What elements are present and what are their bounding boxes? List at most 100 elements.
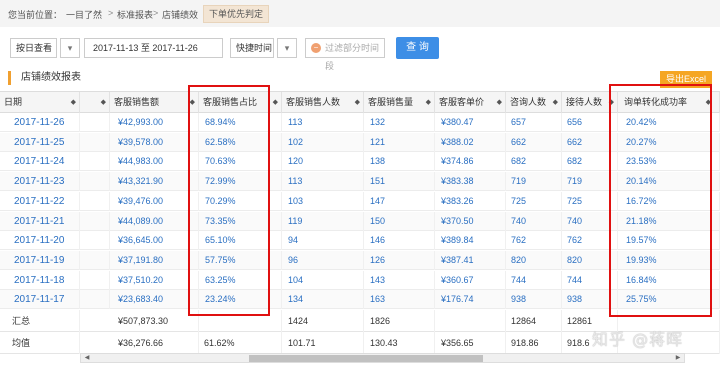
cell-sales-amount[interactable]: ¥36,645.00: [110, 231, 199, 251]
breadcrumb-item-standard-report[interactable]: 标准报表: [117, 8, 153, 21]
cell-hidden-column: [80, 231, 110, 251]
column-header-label: 客服销售量: [368, 97, 414, 107]
cell-unit-price[interactable]: ¥383.26: [435, 191, 506, 211]
cell-sales-buyers[interactable]: 104: [282, 270, 364, 290]
cell-inquiry-count[interactable]: 682: [506, 152, 562, 172]
cell-date[interactable]: 2017-11-21: [0, 211, 80, 231]
cell-hidden-column: [80, 270, 110, 290]
column-header-label: 咨询人数: [510, 97, 547, 107]
cell-inquiry-count[interactable]: 820: [506, 250, 562, 270]
cell-sales-buyers[interactable]: 120: [282, 152, 364, 172]
cell-date[interactable]: 2017-11-18: [0, 270, 80, 290]
cell-sales-volume[interactable]: 138: [364, 152, 435, 172]
chevron-down-icon[interactable]: ▾: [277, 38, 297, 58]
breadcrumb-bar: 您当前位置： 一目了然 > 标准报表 > 店铺绩效 下单优先判定: [0, 0, 720, 28]
cell-sales-volume[interactable]: 150: [364, 211, 435, 231]
column-header-sales-volume[interactable]: 客服销售量 ◆: [364, 92, 435, 113]
horizontal-scrollbar[interactable]: ◀ ▶: [80, 353, 685, 363]
column-header-label: 客服销售额: [114, 97, 160, 107]
cell-sales-volume[interactable]: 143: [364, 270, 435, 290]
scrollbar-thumb[interactable]: [249, 355, 483, 362]
cell-sales-volume[interactable]: 132: [364, 113, 435, 132]
view-mode-select[interactable]: 按日查看: [10, 38, 57, 58]
cell-date[interactable]: 2017-11-25: [0, 132, 80, 152]
query-button[interactable]: 查 询: [396, 37, 439, 59]
cell-sales-amount[interactable]: ¥43,321.90: [110, 172, 199, 192]
cell-sales-volume[interactable]: 151: [364, 172, 435, 192]
cell-unit-price[interactable]: ¥380.47: [435, 113, 506, 132]
summary-unit-price: [435, 310, 506, 332]
sort-icon[interactable]: ◆: [355, 92, 360, 113]
cell-inquiry-count[interactable]: 725: [506, 191, 562, 211]
cell-date[interactable]: 2017-11-20: [0, 231, 80, 251]
cell-sales-buyers[interactable]: 102: [282, 132, 364, 152]
cell-date[interactable]: 2017-11-17: [0, 290, 80, 310]
cell-hidden-column: [80, 132, 110, 152]
cell-sales-buyers[interactable]: 113: [282, 113, 364, 132]
column-header-sales-amount[interactable]: 客服销售额 ◆: [110, 92, 199, 113]
cell-sales-amount[interactable]: ¥37,191.80: [110, 250, 199, 270]
cell-sales-volume[interactable]: 163: [364, 290, 435, 310]
average-sales-buyers: 101.71: [282, 332, 364, 354]
quick-time-select[interactable]: 快捷时间: [230, 38, 274, 58]
cell-inquiry-count[interactable]: 657: [506, 113, 562, 132]
column-header-sales-buyers[interactable]: 客服销售人数 ◆: [282, 92, 364, 113]
cell-unit-price[interactable]: ¥360.67: [435, 270, 506, 290]
cell-unit-price[interactable]: ¥388.02: [435, 132, 506, 152]
breadcrumb-separator: >: [153, 8, 159, 18]
filter-toolbar: 按日查看 ▾ 2017-11-13 至 2017-11-26 快捷时间 ▾ − …: [0, 27, 720, 71]
cell-date[interactable]: 2017-11-26: [0, 113, 80, 132]
column-header-date[interactable]: 日期 ◆: [0, 92, 80, 113]
cell-sales-buyers[interactable]: 94: [282, 231, 364, 251]
sort-icon[interactable]: ◆: [497, 92, 502, 113]
sort-icon[interactable]: ◆: [553, 92, 558, 113]
cell-date[interactable]: 2017-11-23: [0, 172, 80, 192]
cell-inquiry-count[interactable]: 662: [506, 132, 562, 152]
column-header-inquiry-count[interactable]: 咨询人数 ◆: [506, 92, 562, 113]
cell-sales-amount[interactable]: ¥37,510.20: [110, 270, 199, 290]
cell-sales-amount[interactable]: ¥44,983.00: [110, 152, 199, 172]
cell-unit-price[interactable]: ¥387.41: [435, 250, 506, 270]
cell-inquiry-count[interactable]: 938: [506, 290, 562, 310]
cell-inquiry-count[interactable]: 744: [506, 270, 562, 290]
scroll-right-icon[interactable]: ▶: [673, 354, 683, 362]
cell-sales-amount[interactable]: ¥39,578.00: [110, 132, 199, 152]
cell-sales-buyers[interactable]: 96: [282, 250, 364, 270]
cell-date[interactable]: 2017-11-22: [0, 191, 80, 211]
cell-sales-volume[interactable]: 121: [364, 132, 435, 152]
cell-inquiry-count[interactable]: 740: [506, 211, 562, 231]
column-header-hidden[interactable]: ◆: [80, 92, 110, 113]
cell-hidden-column: [80, 250, 110, 270]
cell-sales-volume[interactable]: 126: [364, 250, 435, 270]
sort-icon[interactable]: ◆: [101, 92, 106, 113]
cell-sales-buyers[interactable]: 134: [282, 290, 364, 310]
cell-sales-amount[interactable]: ¥23,683.40: [110, 290, 199, 310]
cell-date[interactable]: 2017-11-24: [0, 152, 80, 172]
cell-unit-price[interactable]: ¥389.84: [435, 231, 506, 251]
filter-time-segment-button[interactable]: − 过滤部分时间段: [305, 38, 385, 71]
cell-sales-amount[interactable]: ¥39,476.00: [110, 191, 199, 211]
sort-icon[interactable]: ◆: [273, 92, 278, 113]
cell-unit-price[interactable]: ¥176.74: [435, 290, 506, 310]
breadcrumb-item-overview[interactable]: 一目了然: [66, 8, 102, 21]
cell-inquiry-count[interactable]: 762: [506, 231, 562, 251]
cell-unit-price[interactable]: ¥374.86: [435, 152, 506, 172]
cell-inquiry-count[interactable]: 719: [506, 172, 562, 192]
cell-sales-volume[interactable]: 146: [364, 231, 435, 251]
date-range-picker[interactable]: 2017-11-13 至 2017-11-26: [84, 38, 223, 58]
cell-sales-buyers[interactable]: 119: [282, 211, 364, 231]
cell-sales-buyers[interactable]: 103: [282, 191, 364, 211]
chevron-down-icon[interactable]: ▾: [60, 38, 80, 58]
cell-sales-amount[interactable]: ¥44,089.00: [110, 211, 199, 231]
cell-sales-buyers[interactable]: 113: [282, 172, 364, 192]
sort-icon[interactable]: ◆: [426, 92, 431, 113]
cell-date[interactable]: 2017-11-19: [0, 250, 80, 270]
scroll-left-icon[interactable]: ◀: [82, 354, 92, 362]
cell-sales-volume[interactable]: 147: [364, 191, 435, 211]
column-header-unit-price[interactable]: 客服客单价 ◆: [435, 92, 506, 113]
sort-icon[interactable]: ◆: [71, 92, 76, 113]
cell-unit-price[interactable]: ¥370.50: [435, 211, 506, 231]
cell-unit-price[interactable]: ¥383.38: [435, 172, 506, 192]
breadcrumb-item-store-performance[interactable]: 店铺绩效: [162, 8, 198, 21]
cell-sales-amount[interactable]: ¥42,993.00: [110, 113, 199, 132]
